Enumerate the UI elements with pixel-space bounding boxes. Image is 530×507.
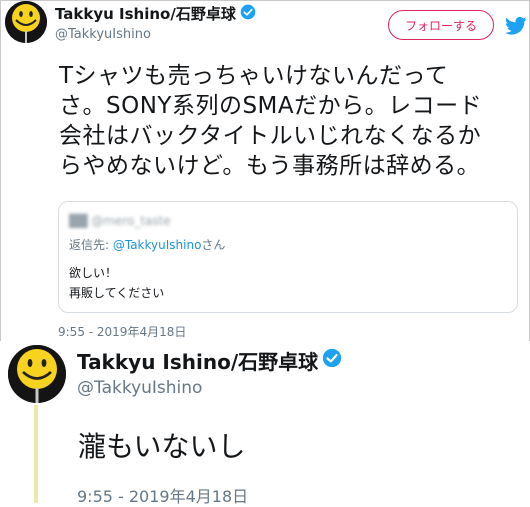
twitter-bird-icon[interactable] <box>505 16 527 36</box>
quoted-text-line: 欲しい！ <box>69 266 118 280</box>
tweet-text: 瀧もいないし <box>78 430 246 463</box>
verified-badge-icon <box>240 4 256 24</box>
quoted-author-blurred: ██ @mero_taste <box>69 214 171 228</box>
author-name-row[interactable]: Takkyu Ishino/石野卓球 <box>77 346 342 375</box>
quoted-text: 欲しい！ 再販してください <box>69 263 164 303</box>
follow-button[interactable]: フォローする <box>388 10 494 40</box>
tweet-text-line: さ。SONY系列のSMAだから。レコード <box>59 93 483 119</box>
tweet-text-line: らやめないけど。もう事務所は辞める。 <box>59 153 481 179</box>
display-name[interactable]: Takkyu Ishino/石野卓球 <box>77 346 318 375</box>
tweet-timestamp[interactable]: 9:55 - 2019年4月18日 <box>58 323 186 340</box>
reply-to-mention[interactable]: @TakkyuIshino <box>113 238 202 252</box>
avatar[interactable] <box>5 1 47 43</box>
tweet-text-line: 会社はバックタイトルいじれなくなるか <box>59 123 482 149</box>
smiley-avatar-icon <box>8 345 66 403</box>
tweet-timestamp[interactable]: 9:55 - 2019年4月18日 <box>77 483 248 507</box>
tweet-card-1: Takkyu Ishino/石野卓球 @TakkyuIshino フォローする … <box>0 0 530 341</box>
author-name-row[interactable]: Takkyu Ishino/石野卓球 <box>55 3 256 24</box>
tweet-text: Tシャツも売っちゃいけないんだって さ。SONY系列のSMAだから。レコード 会… <box>59 61 521 181</box>
display-name[interactable]: Takkyu Ishino/石野卓球 <box>55 3 236 24</box>
thread-line <box>34 405 38 503</box>
handle[interactable]: @TakkyuIshino <box>77 378 202 398</box>
smiley-avatar-icon <box>5 1 47 43</box>
quoted-tweet[interactable]: ██ @mero_taste 返信先: @TakkyuIshinoさん 欲しい！… <box>58 201 518 313</box>
handle[interactable]: @TakkyuIshino <box>55 27 151 42</box>
avatar[interactable] <box>8 345 66 403</box>
reply-to-prefix: 返信先: <box>69 238 113 252</box>
reply-to-line: 返信先: @TakkyuIshinoさん <box>69 236 225 253</box>
quoted-text-line: 再販してください <box>69 286 165 300</box>
tweet-text-line: Tシャツも売っちゃいけないんだって <box>59 63 449 89</box>
reply-to-suffix: さん <box>201 238 226 252</box>
verified-badge-icon <box>322 348 342 373</box>
